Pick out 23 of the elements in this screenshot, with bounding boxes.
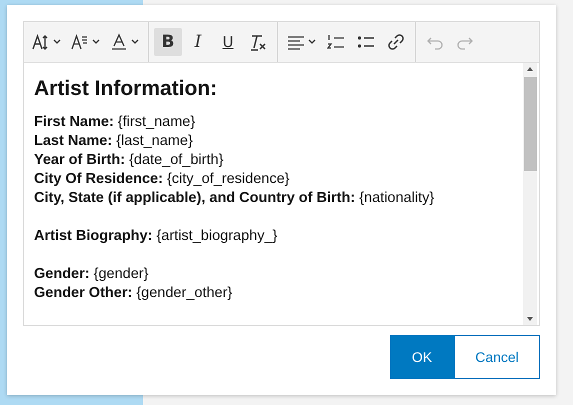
link-icon bbox=[387, 33, 405, 51]
italic-button[interactable]: I bbox=[184, 28, 212, 56]
field-line: Gender Other: {gender_other} bbox=[34, 284, 234, 303]
scroll-up-icon[interactable] bbox=[526, 66, 534, 72]
field-line: Artist Biography: {artist_biography_} bbox=[34, 227, 278, 246]
field-line: City Of Residence: {city_of_residence} bbox=[34, 170, 290, 189]
heading: Artist Information: bbox=[34, 77, 218, 101]
font-size-icon bbox=[32, 33, 50, 51]
field-line: Last Name: {last_name} bbox=[34, 132, 194, 151]
field-line: City, State (if applicable), and Country of Birth: {nationality} bbox=[34, 189, 436, 208]
text-format-icon bbox=[71, 33, 89, 51]
clear-format-icon bbox=[249, 33, 267, 51]
field-line: Gender: {gender} bbox=[34, 265, 150, 284]
font-color-icon bbox=[110, 33, 128, 51]
cancel-button[interactable]: Cancel bbox=[454, 335, 540, 379]
numbered-list-icon bbox=[327, 33, 345, 51]
field-line: First Name: {first_name} bbox=[34, 113, 196, 132]
bold-button[interactable]: B bbox=[154, 28, 182, 56]
underline-button[interactable]: U bbox=[214, 28, 242, 56]
scrollbar[interactable] bbox=[523, 63, 537, 325]
scroll-down-icon[interactable] bbox=[526, 316, 534, 322]
ok-button[interactable]: OK bbox=[390, 335, 454, 379]
field-line: Year of Birth: {date_of_birth} bbox=[34, 151, 224, 170]
